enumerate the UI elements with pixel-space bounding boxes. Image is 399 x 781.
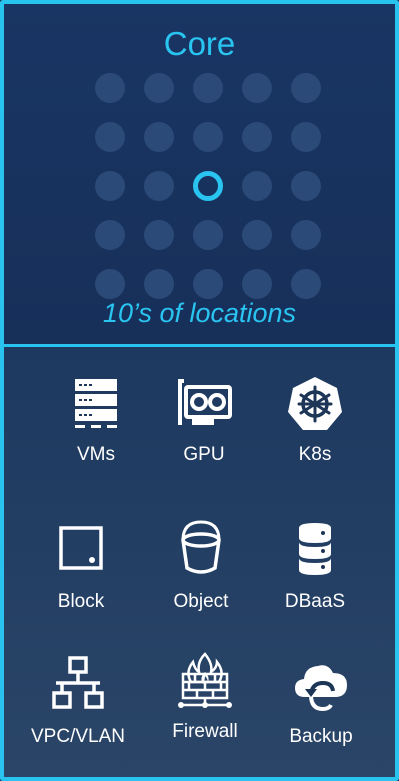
location-dot xyxy=(95,269,125,299)
location-dot xyxy=(242,122,272,152)
firewall-icon xyxy=(178,652,232,708)
location-dot xyxy=(291,171,321,201)
kubernetes-icon xyxy=(288,377,342,430)
service-vpc-vlan: VPC/VLAN xyxy=(23,655,133,749)
service-gpu: GPU xyxy=(149,373,259,467)
service-label: Backup xyxy=(289,726,353,747)
service-vms: VMs xyxy=(41,373,151,467)
location-dot xyxy=(193,73,223,103)
location-dot xyxy=(193,122,223,152)
service-label: VMs xyxy=(77,444,115,465)
cloud-backup-icon xyxy=(295,665,347,712)
gpu-card-icon xyxy=(178,379,232,425)
service-block: Block xyxy=(26,520,136,614)
service-label: Block xyxy=(57,591,105,612)
location-dot xyxy=(144,122,174,152)
location-dot xyxy=(291,220,321,250)
location-dot xyxy=(144,73,174,103)
location-dot xyxy=(95,171,125,201)
core-subtitle: 10’s of locations xyxy=(102,298,297,328)
location-dot xyxy=(144,220,174,250)
location-dot xyxy=(144,269,174,299)
location-dot xyxy=(291,73,321,103)
network-icon xyxy=(52,656,104,709)
service-dbaas: DBaaS xyxy=(260,520,370,614)
service-label: DBaaS xyxy=(284,591,346,612)
location-grid xyxy=(0,0,399,344)
block-storage-icon xyxy=(59,526,103,570)
database-icon xyxy=(299,523,331,575)
location-dot-active xyxy=(193,171,223,201)
service-label: VPC/VLAN xyxy=(31,726,125,747)
location-dot xyxy=(291,122,321,152)
location-dot xyxy=(291,269,321,299)
location-dot xyxy=(242,73,272,103)
service-label: GPU xyxy=(183,444,225,465)
service-k8s: K8s xyxy=(260,373,370,467)
location-dot xyxy=(193,220,223,250)
bucket-icon xyxy=(181,520,221,574)
service-label: Object xyxy=(173,591,229,612)
service-object: Object xyxy=(146,520,256,614)
location-dot xyxy=(242,269,272,299)
location-dot xyxy=(242,171,272,201)
section-divider xyxy=(4,344,395,347)
service-firewall: Firewall xyxy=(150,650,260,744)
location-dot xyxy=(193,269,223,299)
location-dot xyxy=(95,73,125,103)
service-backup: Backup xyxy=(266,655,376,749)
location-dot xyxy=(242,220,272,250)
location-dot xyxy=(95,122,125,152)
service-label: K8s xyxy=(298,444,332,465)
service-label: Firewall xyxy=(172,721,238,742)
location-dot xyxy=(144,171,174,201)
location-dot xyxy=(95,220,125,250)
server-stack-icon xyxy=(75,379,117,428)
